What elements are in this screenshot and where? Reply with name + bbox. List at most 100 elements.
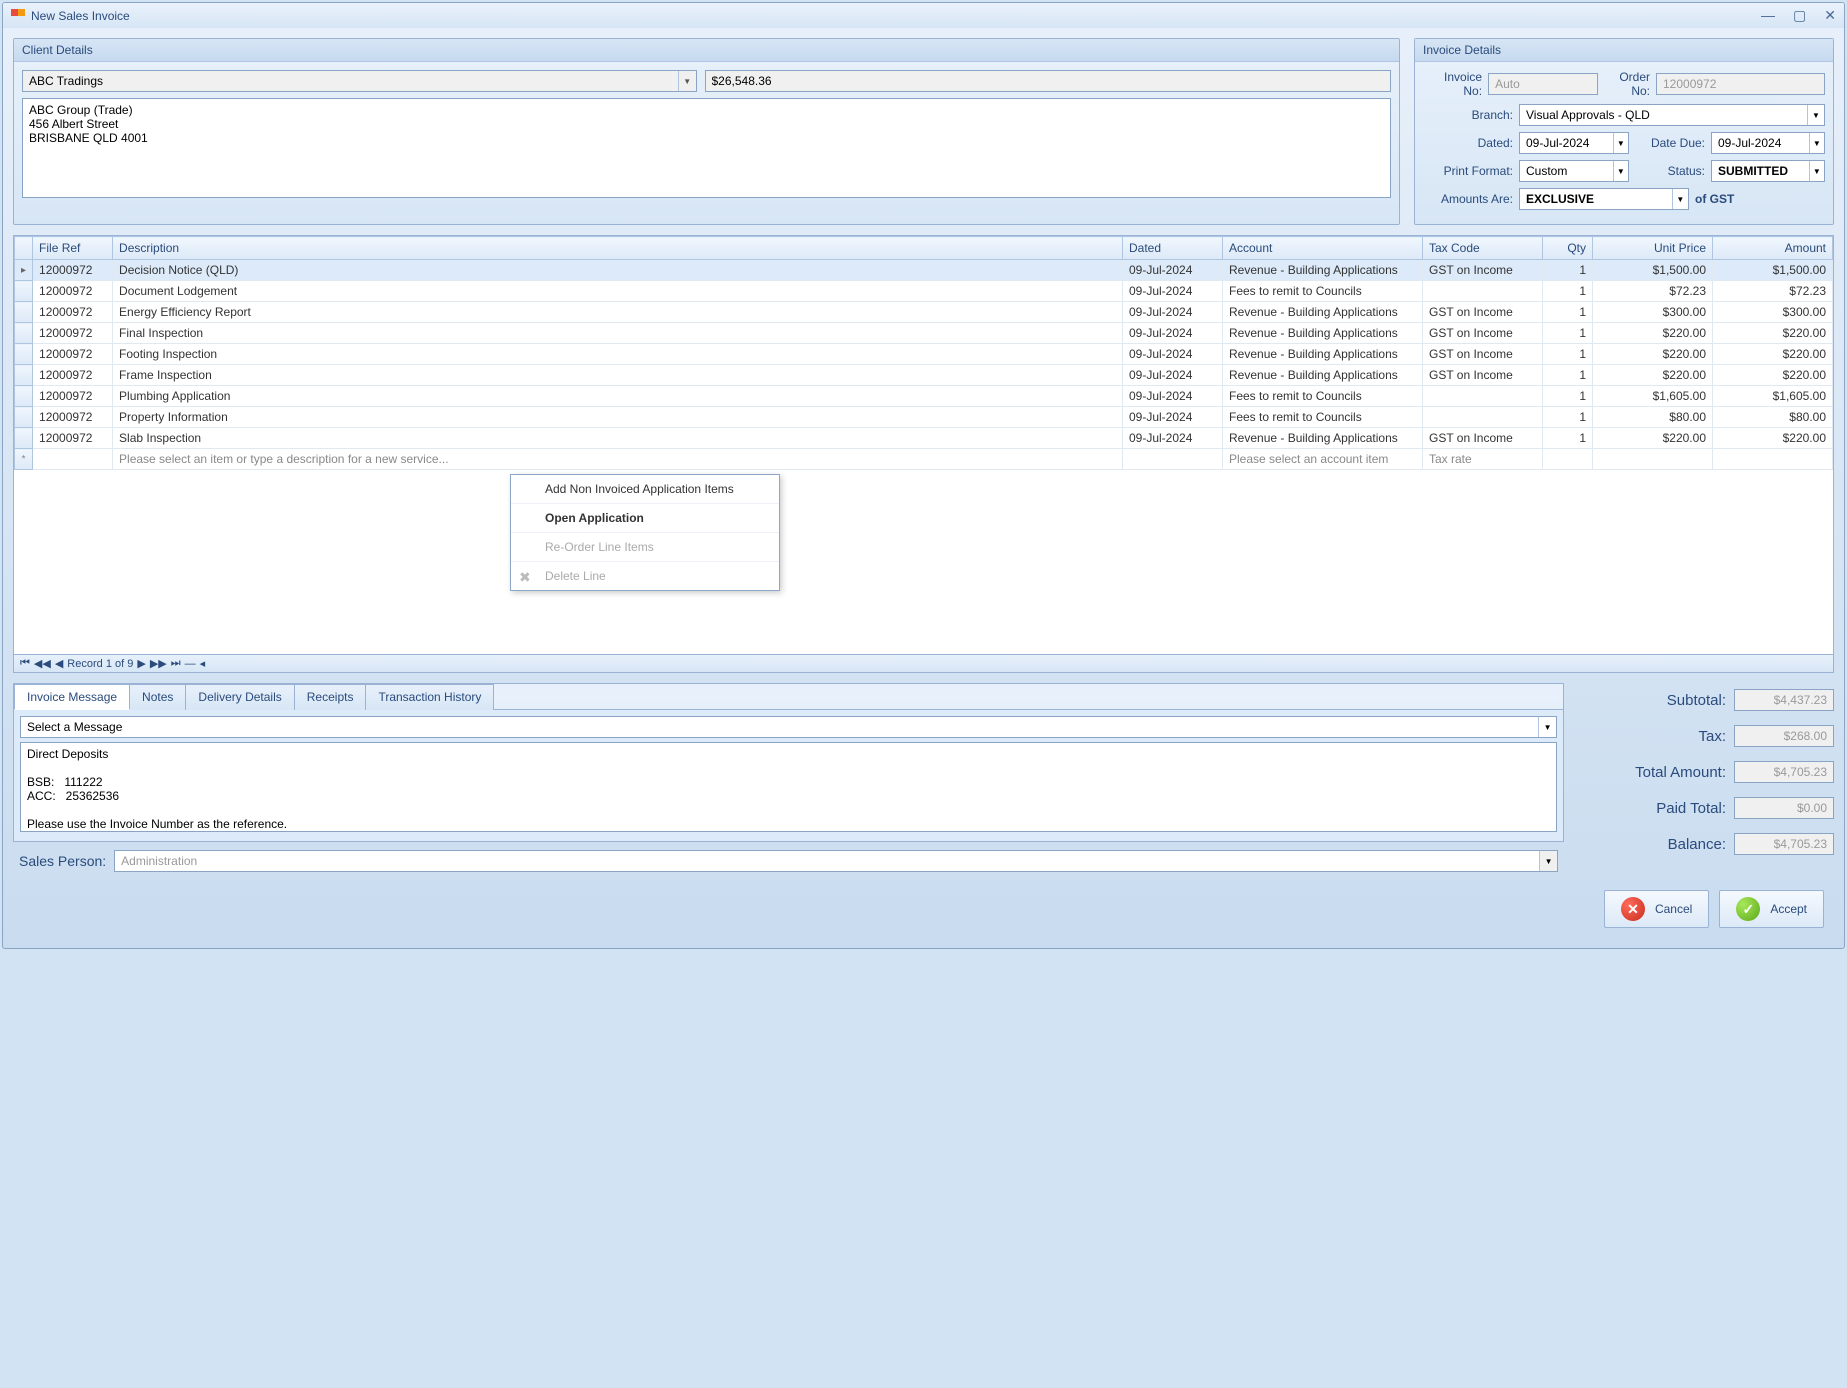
context-menu: Add Non Invoiced Application Items Open … bbox=[510, 474, 780, 591]
amounts-are-combo[interactable]: ▼ bbox=[1519, 188, 1689, 210]
nav-first-icon[interactable]: ⏮ bbox=[20, 657, 30, 670]
invoice-panel-title: Invoice Details bbox=[1415, 39, 1833, 62]
paid-total-label: Paid Total: bbox=[1574, 800, 1726, 817]
minimize-icon[interactable]: — bbox=[1761, 7, 1775, 24]
chevron-down-icon[interactable]: ▼ bbox=[1613, 161, 1628, 181]
sales-person-combo[interactable]: ▼ bbox=[114, 850, 1558, 872]
total-amount-label: Total Amount: bbox=[1574, 764, 1726, 781]
nav-left-icon[interactable]: ◂ bbox=[200, 657, 206, 670]
maximize-icon[interactable]: ▢ bbox=[1793, 7, 1806, 24]
nav-next-page-icon[interactable]: ▶▶ bbox=[150, 657, 167, 670]
status-label: Status: bbox=[1635, 164, 1705, 178]
chevron-down-icon[interactable]: ▼ bbox=[1613, 133, 1628, 153]
chevron-down-icon[interactable]: ▼ bbox=[1809, 161, 1824, 181]
nav-prev-page-icon[interactable]: ◀◀ bbox=[34, 657, 51, 670]
line-items-grid: File Ref Description Dated Account Tax C… bbox=[13, 235, 1834, 655]
tab-receipts[interactable]: Receipts bbox=[294, 684, 367, 710]
titlebar: New Sales Invoice — ▢ ✕ bbox=[3, 3, 1844, 28]
status-input[interactable] bbox=[1712, 161, 1809, 181]
invoice-no-label: Invoice No: bbox=[1423, 70, 1482, 98]
table-row[interactable]: 12000972Footing Inspection09-Jul-2024 Re… bbox=[15, 344, 1833, 365]
chevron-down-icon[interactable]: ▼ bbox=[1538, 717, 1556, 737]
amounts-are-label: Amounts Are: bbox=[1423, 192, 1513, 206]
table-row[interactable]: ▸ 12000972Decision Notice (QLD)09-Jul-20… bbox=[15, 260, 1833, 281]
print-format-input[interactable] bbox=[1520, 161, 1613, 181]
record-navigator: ⏮ ◀◀ ◀ Record 1 of 9 ▶ ▶▶ ⏭ — ◂ bbox=[13, 655, 1834, 673]
chevron-down-icon[interactable]: ▼ bbox=[1809, 133, 1824, 153]
chevron-down-icon[interactable]: ▼ bbox=[678, 71, 696, 91]
col-account[interactable]: Account bbox=[1223, 237, 1423, 260]
tax-value: $268.00 bbox=[1734, 725, 1834, 747]
nav-prev-icon[interactable]: ◀ bbox=[55, 657, 63, 670]
date-due-input[interactable] bbox=[1712, 133, 1809, 153]
print-format-label: Print Format: bbox=[1423, 164, 1513, 178]
tab-notes[interactable]: Notes bbox=[129, 684, 186, 710]
of-gst-label: of GST bbox=[1695, 192, 1734, 206]
order-no-label: Order No: bbox=[1604, 70, 1650, 98]
client-name-input[interactable] bbox=[23, 71, 678, 91]
cancel-button[interactable]: ✕ Cancel bbox=[1604, 890, 1709, 928]
invoice-no-input[interactable] bbox=[1488, 73, 1598, 95]
balance-label: Balance: bbox=[1574, 836, 1726, 853]
col-description[interactable]: Description bbox=[113, 237, 1123, 260]
totals-panel: Subtotal:$4,437.23 Tax:$268.00 Total Amo… bbox=[1574, 683, 1834, 880]
col-qty[interactable]: Qty bbox=[1543, 237, 1593, 260]
row-indicator-header bbox=[15, 237, 33, 260]
table-row[interactable]: 12000972Energy Efficiency Report09-Jul-2… bbox=[15, 302, 1833, 323]
tax-label: Tax: bbox=[1574, 728, 1726, 745]
total-amount-value: $4,705.23 bbox=[1734, 761, 1834, 783]
close-icon[interactable]: ✕ bbox=[1824, 7, 1836, 24]
menu-open-application[interactable]: Open Application bbox=[511, 504, 779, 533]
dated-combo[interactable]: ▼ bbox=[1519, 132, 1629, 154]
table-row[interactable]: 12000972Slab Inspection09-Jul-2024 Reven… bbox=[15, 428, 1833, 449]
chevron-down-icon[interactable]: ▼ bbox=[1539, 851, 1557, 871]
window-title: New Sales Invoice bbox=[31, 9, 130, 23]
branch-input[interactable] bbox=[1520, 105, 1807, 125]
order-no-input[interactable] bbox=[1656, 73, 1825, 95]
nav-minus-icon[interactable]: — bbox=[185, 658, 196, 670]
table-row[interactable]: 12000972Plumbing Application09-Jul-2024 … bbox=[15, 386, 1833, 407]
sales-person-label: Sales Person: bbox=[19, 853, 106, 869]
accept-button-label: Accept bbox=[1770, 902, 1807, 916]
dated-input[interactable] bbox=[1520, 133, 1613, 153]
col-tax-code[interactable]: Tax Code bbox=[1423, 237, 1543, 260]
status-combo[interactable]: ▼ bbox=[1711, 160, 1825, 182]
cancel-button-label: Cancel bbox=[1655, 902, 1692, 916]
table-row[interactable]: 12000972Property Information09-Jul-2024 … bbox=[15, 407, 1833, 428]
table-row[interactable]: 12000972Frame Inspection09-Jul-2024 Reve… bbox=[15, 365, 1833, 386]
nav-last-icon[interactable]: ⏭ bbox=[171, 657, 181, 670]
message-select-input[interactable] bbox=[21, 717, 1538, 737]
branch-label: Branch: bbox=[1423, 108, 1513, 122]
col-unit-price[interactable]: Unit Price bbox=[1593, 237, 1713, 260]
date-due-combo[interactable]: ▼ bbox=[1711, 132, 1825, 154]
client-panel-title: Client Details bbox=[14, 39, 1399, 62]
message-select-combo[interactable]: ▼ bbox=[20, 716, 1557, 738]
accept-button[interactable]: ✓ Accept bbox=[1719, 890, 1824, 928]
accept-icon: ✓ bbox=[1736, 897, 1760, 921]
table-row-new[interactable]: *Please select an item or type a descrip… bbox=[15, 449, 1833, 470]
chevron-down-icon[interactable]: ▼ bbox=[1807, 105, 1824, 125]
client-amount-input[interactable] bbox=[705, 70, 1392, 92]
sales-person-input[interactable] bbox=[115, 851, 1539, 871]
print-format-combo[interactable]: ▼ bbox=[1519, 160, 1629, 182]
table-row[interactable]: 12000972Final Inspection09-Jul-2024 Reve… bbox=[15, 323, 1833, 344]
table-row[interactable]: 12000972Document Lodgement09-Jul-2024 Fe… bbox=[15, 281, 1833, 302]
subtotal-label: Subtotal: bbox=[1574, 692, 1726, 709]
chevron-down-icon[interactable]: ▼ bbox=[1672, 189, 1688, 209]
col-amount[interactable]: Amount bbox=[1713, 237, 1833, 260]
col-file-ref[interactable]: File Ref bbox=[33, 237, 113, 260]
branch-combo[interactable]: ▼ bbox=[1519, 104, 1825, 126]
amounts-are-input[interactable] bbox=[1520, 189, 1672, 209]
client-address-textarea[interactable]: ABC Group (Trade) 456 Albert Street BRIS… bbox=[22, 98, 1391, 198]
menu-add-non-invoiced-items[interactable]: Add Non Invoiced Application Items bbox=[511, 475, 779, 504]
invoice-details-panel: Invoice Details Invoice No: Order No: Br… bbox=[1414, 38, 1834, 225]
message-body-textarea[interactable]: Direct Deposits BSB: 111222 ACC: 2536253… bbox=[20, 742, 1557, 832]
col-dated[interactable]: Dated bbox=[1123, 237, 1223, 260]
tabs-panel: Invoice Message Notes Delivery Details R… bbox=[13, 683, 1564, 842]
tab-delivery-details[interactable]: Delivery Details bbox=[185, 684, 294, 710]
nav-next-icon[interactable]: ▶ bbox=[137, 657, 145, 670]
tab-transaction-history[interactable]: Transaction History bbox=[365, 684, 494, 710]
tab-invoice-message[interactable]: Invoice Message bbox=[14, 684, 130, 710]
paid-total-value: $0.00 bbox=[1734, 797, 1834, 819]
client-name-combo[interactable]: ▼ bbox=[22, 70, 697, 92]
